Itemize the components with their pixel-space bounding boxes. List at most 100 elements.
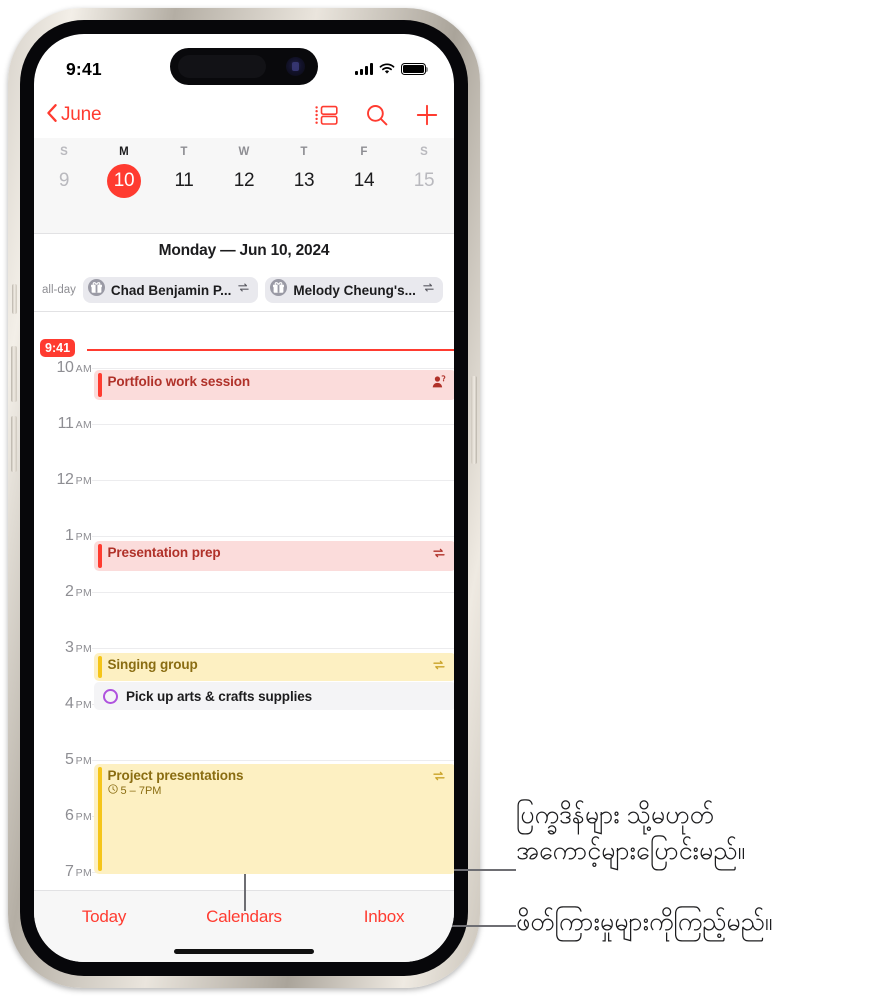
- search-icon[interactable]: [366, 104, 388, 126]
- event-title: Project presentations: [107, 768, 244, 783]
- week-day-15[interactable]: 15: [394, 164, 454, 198]
- battery-full-icon: [401, 62, 429, 76]
- hour-label: 4 PM: [65, 695, 92, 712]
- weekday-label: T: [300, 146, 308, 158]
- hour-gridline: [92, 424, 454, 425]
- week-day-12[interactable]: 12: [214, 164, 274, 198]
- power-button[interactable]: [471, 376, 477, 464]
- all-day-row: all-day Chad Benjamin P... Melody Cheung…: [34, 268, 454, 312]
- callout-leader-vertical-1: [244, 869, 246, 911]
- cellular-bars-icon: [355, 63, 373, 75]
- repeat-icon: [432, 769, 446, 788]
- event-time-row: 5 – 7PM: [107, 784, 455, 797]
- hour-gridline: [92, 592, 454, 593]
- day-number: 13: [293, 170, 315, 191]
- callout-line-1: ပြက္ခဒိန်များ သို့မဟုတ်: [516, 801, 714, 829]
- hour-label: 7 PM: [65, 863, 92, 880]
- hour-gridline: [92, 368, 454, 369]
- hour-label: 2 PM: [65, 583, 92, 600]
- gift-icon: [270, 279, 288, 301]
- weekday-numbers-row: 9 10 11 12 13 14 15: [34, 164, 454, 198]
- week-day-11[interactable]: 11: [154, 164, 214, 198]
- inbox-button[interactable]: Inbox: [314, 907, 454, 927]
- event-portfolio-work-session[interactable]: Portfolio work session: [94, 370, 454, 400]
- all-day-event-title: Melody Cheung's...: [293, 282, 416, 298]
- hour-label: 12 PM: [56, 471, 92, 488]
- weekday-label: W: [238, 146, 250, 158]
- event-title: Singing group: [107, 657, 198, 672]
- reminder-pick-up-arts-crafts[interactable]: Pick up arts & crafts supplies: [94, 682, 454, 710]
- navigation-bar: June: [34, 92, 454, 138]
- hour-gridline: [92, 760, 454, 761]
- event-title: Portfolio work session: [107, 374, 251, 389]
- screenshot-root: 9:41 June S M T W T F S 9 10 11 12 13 14…: [0, 0, 872, 1008]
- chevron-left-icon: [46, 103, 58, 128]
- gift-icon: [87, 279, 105, 301]
- repeat-icon: [432, 658, 446, 677]
- repeat-icon: [432, 546, 446, 565]
- hour-gridline: [92, 480, 454, 481]
- weekday-label: F: [360, 146, 368, 158]
- week-day-14[interactable]: 14: [334, 164, 394, 198]
- callout-line-1: ဖိတ်ကြားမှုများကိုကြည့်မည်။: [516, 908, 773, 936]
- clock-icon: [107, 784, 118, 797]
- all-day-event-chad[interactable]: Chad Benjamin P...: [82, 277, 259, 303]
- today-button[interactable]: Today: [34, 907, 174, 927]
- home-indicator[interactable]: [174, 949, 314, 954]
- hour-label: 6 PM: [65, 807, 92, 824]
- volume-up-button[interactable]: [11, 346, 17, 402]
- nav-actions: [315, 104, 438, 126]
- callout-inbox: ဖိတ်ကြားမှုများကိုကြည့်မည်။: [516, 905, 772, 941]
- event-project-presentations[interactable]: Project presentations 5 – 7PM: [94, 764, 454, 874]
- reminder-title: Pick up arts & crafts supplies: [126, 688, 313, 704]
- list-view-icon[interactable]: [315, 105, 338, 126]
- weekday-label: S: [60, 146, 68, 158]
- hour-label: 1 PM: [65, 527, 92, 544]
- callout-leader-horizontal-2: [452, 925, 516, 927]
- week-day-9[interactable]: 9: [34, 164, 94, 198]
- weekday-labels-row: S M T W T F S: [34, 138, 454, 158]
- day-header-title: Monday — Jun 10, 2024: [34, 234, 454, 268]
- event-body: Singing group: [102, 653, 455, 681]
- weekday-label: T: [180, 146, 188, 158]
- weekday-label: S: [420, 146, 428, 158]
- event-singing-group[interactable]: Singing group: [94, 653, 454, 681]
- callout-calendars: ပြက္ခဒိန်များ သို့မဟုတ် အကောင့်များပြောင…: [516, 798, 745, 869]
- phone-frame: 9:41 June S M T W T F S 9 10 11 12 13 14…: [8, 8, 480, 988]
- event-body: Presentation prep: [102, 541, 455, 571]
- current-time-line: [87, 349, 454, 351]
- event-body: Portfolio work session: [102, 370, 455, 400]
- day-number: 11: [174, 170, 194, 191]
- event-presentation-prep[interactable]: Presentation prep: [94, 541, 454, 571]
- day-number: 14: [353, 170, 375, 191]
- week-day-13[interactable]: 13: [274, 164, 334, 198]
- hour-label: 10 AM: [56, 359, 92, 376]
- status-indicators: [355, 62, 429, 76]
- volume-down-button[interactable]: [11, 416, 17, 472]
- week-strip: S M T W T F S 9 10 11 12 13 14 15: [34, 138, 454, 234]
- front-camera-icon: [286, 57, 305, 76]
- reminder-checkbox-icon[interactable]: [103, 688, 118, 704]
- event-time-label: 5 – 7PM: [120, 784, 162, 797]
- hour-label: 5 PM: [65, 751, 92, 768]
- current-time-label: 9:41: [40, 339, 76, 357]
- day-number: 9: [58, 170, 70, 191]
- silent-switch[interactable]: [12, 284, 17, 314]
- back-to-month-button[interactable]: June: [46, 103, 102, 128]
- hour-label: 3 PM: [65, 639, 92, 656]
- phone-screen: 9:41 June S M T W T F S 9 10 11 12 13 14…: [34, 34, 454, 962]
- week-day-10-selected[interactable]: 10: [94, 164, 154, 198]
- person-invite-icon: [432, 375, 446, 394]
- weekday-label: M: [119, 146, 129, 158]
- day-timeline[interactable]: 10 AM 11 AM 12 PM 1 PM 2 PM 3 PM 4 PM 5 …: [34, 312, 454, 890]
- event-title: Presentation prep: [107, 545, 221, 560]
- day-number: 15: [413, 170, 435, 191]
- all-day-event-melody[interactable]: Melody Cheung's...: [265, 277, 443, 303]
- status-time: 9:41: [66, 58, 102, 79]
- all-day-event-title: Chad Benjamin P...: [110, 282, 232, 298]
- hour-gridline: [92, 536, 454, 537]
- dynamic-island: [170, 48, 318, 85]
- wifi-icon: [379, 63, 395, 75]
- hour-gridline: [92, 648, 454, 649]
- plus-icon[interactable]: [416, 104, 438, 126]
